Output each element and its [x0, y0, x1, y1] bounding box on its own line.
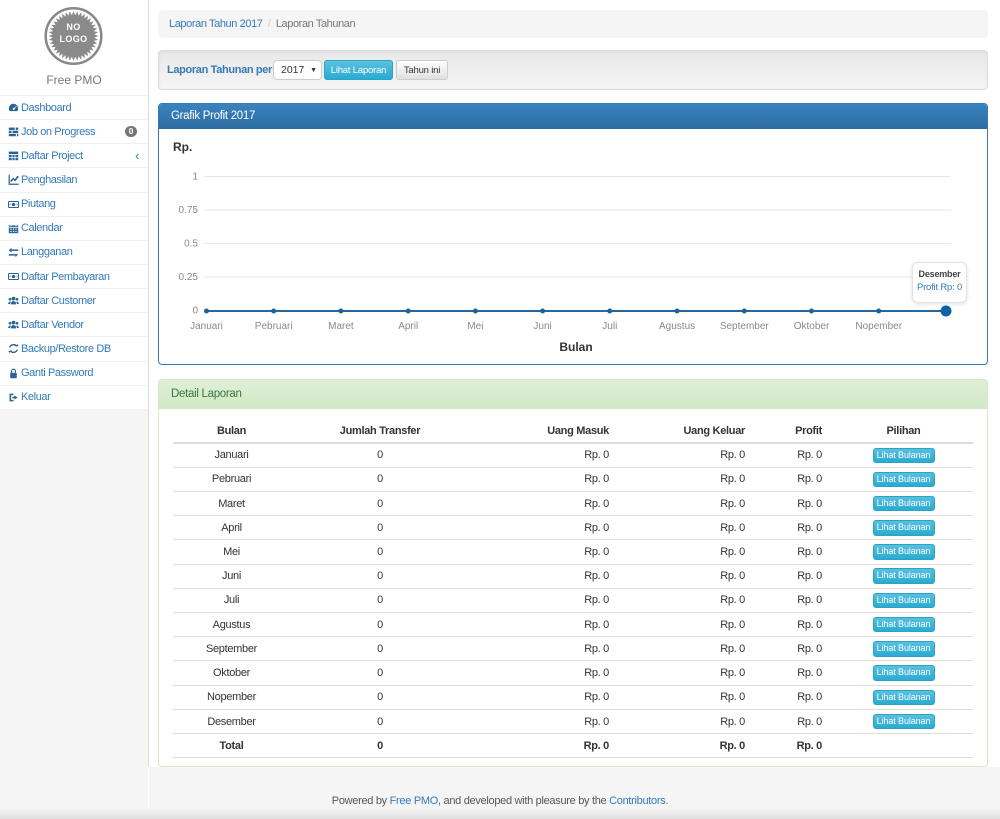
svg-text:Januari: Januari: [190, 321, 223, 332]
svg-text:0.5: 0.5: [184, 239, 198, 250]
svg-text:1: 1: [192, 172, 198, 183]
svg-text:Rp.: Rp.: [173, 140, 192, 154]
svg-text:Oktober: Oktober: [794, 321, 830, 332]
svg-text:Juni: Juni: [533, 321, 551, 332]
svg-text:LOGO: LOGO: [59, 34, 87, 44]
svg-text:Bulan: Bulan: [559, 340, 592, 354]
svg-text:0: 0: [192, 306, 198, 317]
svg-text:September: September: [720, 321, 770, 332]
svg-text:Agustus: Agustus: [659, 321, 695, 332]
svg-text:0.75: 0.75: [179, 205, 199, 216]
svg-text:Mei: Mei: [467, 321, 483, 332]
svg-text:April: April: [398, 321, 418, 332]
svg-text:Juli: Juli: [602, 321, 617, 332]
svg-text:Maret: Maret: [328, 321, 354, 332]
svg-text:0.25: 0.25: [179, 272, 199, 283]
svg-text:Nopember: Nopember: [855, 321, 902, 332]
svg-text:Pebruari: Pebruari: [255, 321, 293, 332]
svg-text:NO: NO: [66, 22, 80, 32]
